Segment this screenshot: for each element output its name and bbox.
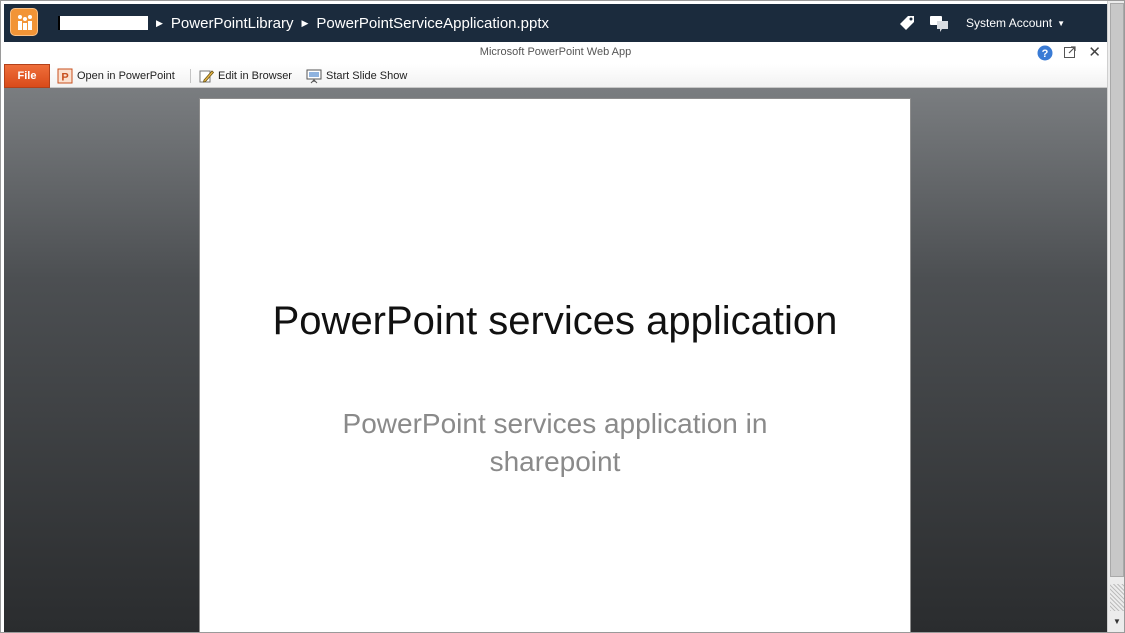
scroll-down-arrow-icon[interactable]: ▼ [1110, 613, 1124, 629]
account-name: System Account [966, 16, 1053, 30]
ribbon-divider [190, 69, 191, 83]
sharepoint-logo-icon[interactable] [10, 8, 38, 36]
tag-icon[interactable] [896, 12, 918, 34]
chevron-down-icon: ▼ [1057, 18, 1065, 28]
slide-show-icon [306, 68, 322, 84]
start-slide-show-label: Start Slide Show [326, 70, 408, 82]
start-slide-show-button[interactable]: Start Slide Show [306, 66, 407, 86]
file-tab[interactable]: File [4, 64, 50, 88]
browser-frame: ▶ PowerPointLibrary ▶ PowerPointServiceA… [0, 0, 1125, 633]
close-icon[interactable]: ✕ [1088, 43, 1101, 61]
open-in-powerpoint-label: Open in PowerPoint [77, 70, 175, 82]
edit-in-browser-label: Edit in Browser [218, 70, 292, 82]
breadcrumb-library-link[interactable]: PowerPointLibrary [171, 15, 294, 32]
slide-subtitle: PowerPoint services application in share… [342, 408, 768, 477]
powerpoint-icon: P [57, 68, 73, 84]
breadcrumb-separator-icon: ▶ [301, 17, 309, 28]
app-bar: Microsoft PowerPoint Web App ? ✕ [4, 42, 1107, 64]
slide-canvas: PowerPoint services application PowerPoi… [4, 88, 1107, 632]
edit-in-browser-button[interactable]: Edit in Browser [198, 66, 292, 86]
breadcrumb-site-redacted[interactable] [58, 16, 148, 30]
social-notes-icon[interactable] [928, 12, 950, 34]
scrollbar-thumb[interactable] [1110, 3, 1124, 577]
account-menu[interactable]: System Account ▼ [966, 16, 1065, 30]
svg-text:?: ? [1042, 48, 1049, 60]
sharepoint-top-bar: ▶ PowerPointLibrary ▶ PowerPointServiceA… [4, 4, 1107, 42]
top-actions: System Account ▼ [896, 4, 1107, 42]
scrollbar-track[interactable] [1110, 584, 1124, 611]
help-icon[interactable]: ? [1037, 45, 1053, 66]
popout-icon[interactable] [1063, 45, 1077, 64]
vertical-scrollbar[interactable]: ▼ [1107, 1, 1124, 632]
breadcrumb-separator-icon: ▶ [156, 17, 163, 28]
app-title: Microsoft PowerPoint Web App [479, 46, 632, 58]
breadcrumb: ▶ PowerPointLibrary ▶ PowerPointServiceA… [58, 4, 549, 42]
svg-text:P: P [61, 72, 68, 84]
ribbon: File P Open in PowerPoint Edit in Browse… [4, 64, 1107, 88]
open-in-powerpoint-button[interactable]: P Open in PowerPoint [57, 66, 175, 86]
edit-pencil-icon [198, 68, 214, 84]
slide[interactable]: PowerPoint services application PowerPoi… [199, 98, 911, 632]
breadcrumb-file-name: PowerPointServiceApplication.pptx [316, 14, 550, 32]
slide-title: PowerPoint services application [272, 299, 838, 343]
